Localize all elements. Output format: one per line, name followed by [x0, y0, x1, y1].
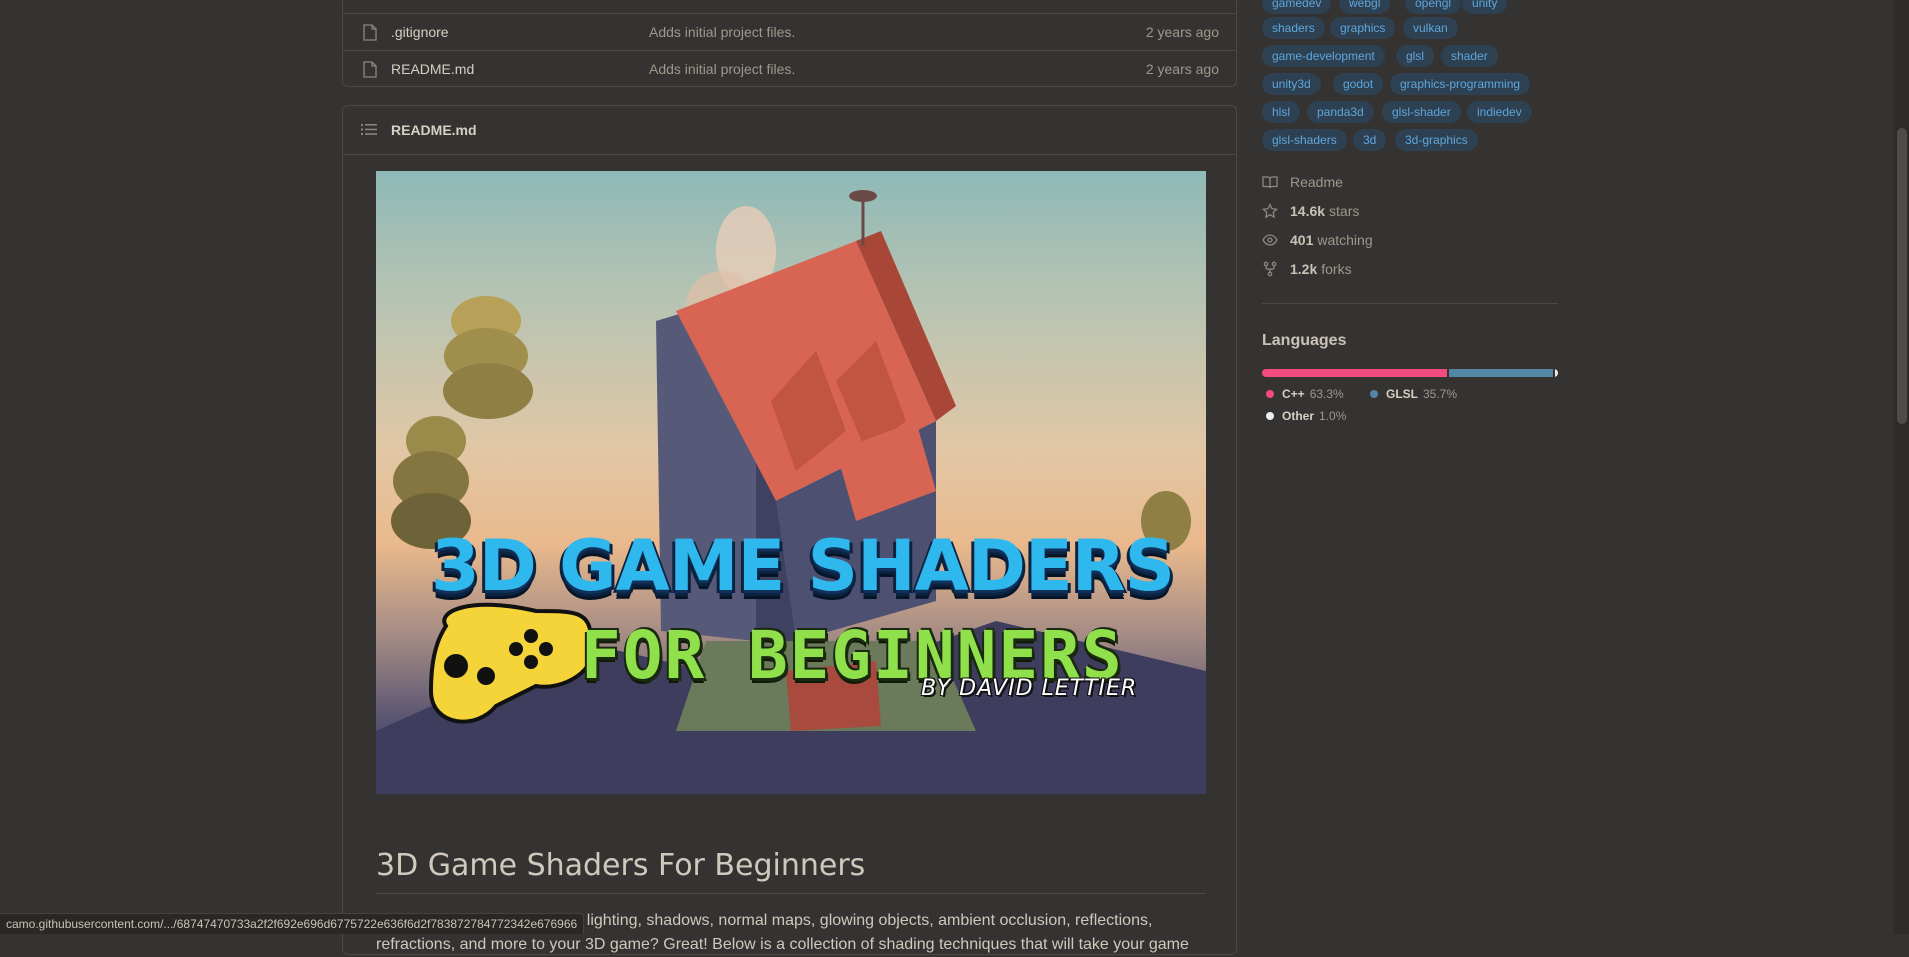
topic-tag[interactable]: glsl: [1396, 45, 1435, 67]
readme-panel: README.md 3D GAME SHADERS FOR BEGINNERS …: [342, 105, 1237, 955]
language-color-dot: [1266, 390, 1274, 398]
language-name: Other: [1282, 409, 1315, 423]
watchers-link[interactable]: 401 watching: [1262, 230, 1373, 250]
list-icon[interactable]: [361, 123, 377, 136]
topic-tag[interactable]: graphics-programming: [1390, 73, 1531, 95]
topic-tag[interactable]: graphics: [1330, 17, 1396, 39]
topic-tag[interactable]: gamedev: [1262, 0, 1332, 14]
book-icon: [1262, 176, 1278, 189]
language-bar-segment: [1448, 369, 1554, 377]
language-color-dot: [1370, 390, 1378, 398]
readme-label: Readme: [1290, 174, 1343, 190]
language-item[interactable]: Other 1.0%: [1266, 409, 1346, 423]
file-name-link[interactable]: .gitignore: [391, 24, 449, 40]
file-row[interactable]: README.md Adds initial project files. 2 …: [343, 50, 1236, 87]
topic-tag[interactable]: godot: [1333, 73, 1384, 95]
page-scrollbar[interactable]: [1894, 0, 1909, 934]
commit-message-link[interactable]: Adds initial project files.: [649, 24, 795, 40]
star-icon: [1262, 203, 1278, 219]
topic-tag[interactable]: unity3d: [1262, 73, 1321, 95]
language-percent: 63.3%: [1309, 387, 1344, 401]
topic-tag[interactable]: indiedev: [1467, 101, 1532, 123]
commit-age: 2 years ago: [1145, 24, 1219, 40]
language-item[interactable]: GLSL 35.7%: [1370, 387, 1457, 401]
sidebar-divider: [1262, 303, 1558, 304]
language-bar-segment: [1555, 369, 1558, 377]
stars-label: stars: [1329, 203, 1360, 219]
file-row[interactable]: .gitignore Adds initial project files. 2…: [343, 13, 1236, 50]
banner-author: BY DAVID LETTIER: [921, 676, 1138, 701]
fork-icon: [1263, 261, 1277, 277]
topic-tag[interactable]: hlsl: [1262, 101, 1301, 123]
language-name: GLSL: [1386, 387, 1418, 401]
language-percent: 1.0%: [1319, 409, 1347, 423]
topic-tag[interactable]: shaders: [1262, 17, 1325, 39]
language-item[interactable]: C++ 63.3%: [1266, 387, 1344, 401]
stars-link[interactable]: 14.6k stars: [1262, 201, 1359, 221]
language-percent: 35.7%: [1423, 387, 1458, 401]
language-name: C++: [1282, 387, 1305, 401]
watching-count: 401: [1290, 232, 1314, 248]
file-icon: [363, 24, 377, 41]
scrollbar-thumb[interactable]: [1897, 128, 1907, 424]
topic-tag[interactable]: game-development: [1262, 45, 1385, 67]
watching-label: watching: [1317, 232, 1373, 248]
commit-age: 2 years ago: [1145, 61, 1219, 77]
language-color-dot: [1266, 412, 1274, 420]
language-bar-segment: [1262, 369, 1447, 377]
file-name-link[interactable]: README.md: [391, 61, 474, 77]
forks-label: forks: [1321, 261, 1352, 277]
topic-tag[interactable]: panda3d: [1307, 101, 1374, 123]
forks-count: 1.2k: [1290, 261, 1318, 277]
readme-link[interactable]: Readme: [1262, 172, 1343, 192]
topic-tag[interactable]: 3d: [1353, 129, 1387, 151]
readme-heading: 3D Game Shaders For Beginners: [376, 848, 1206, 895]
commit-message-link[interactable]: Adds initial project files.: [649, 61, 795, 77]
readme-header: README.md: [343, 106, 1236, 155]
topic-tag[interactable]: opengl: [1405, 0, 1462, 14]
topic-tag[interactable]: webgl: [1339, 0, 1391, 14]
languages-bar: [1262, 369, 1558, 377]
topic-tag[interactable]: unity: [1462, 0, 1508, 14]
banner-title: 3D GAME SHADERS: [431, 525, 1175, 607]
topic-tag[interactable]: glsl-shader: [1382, 101, 1461, 123]
topic-tag[interactable]: 3d-graphics: [1395, 129, 1478, 151]
topic-tag[interactable]: vulkan: [1403, 17, 1458, 39]
status-bar-url: camo.githubusercontent.com/.../687474707…: [0, 913, 585, 934]
readme-banner-image[interactable]: 3D GAME SHADERS FOR BEGINNERS BY DAVID L…: [376, 171, 1206, 794]
languages-heading: Languages: [1262, 332, 1347, 349]
topic-tag[interactable]: shader: [1441, 45, 1498, 67]
file-list: .gitignore Adds initial project files. 2…: [342, 0, 1237, 87]
file-icon: [363, 61, 377, 78]
forks-link[interactable]: 1.2k forks: [1262, 259, 1352, 279]
eye-icon: [1262, 234, 1278, 246]
stars-count: 14.6k: [1290, 203, 1326, 219]
readme-title: README.md: [391, 122, 477, 138]
topic-tag[interactable]: glsl-shaders: [1262, 129, 1347, 151]
